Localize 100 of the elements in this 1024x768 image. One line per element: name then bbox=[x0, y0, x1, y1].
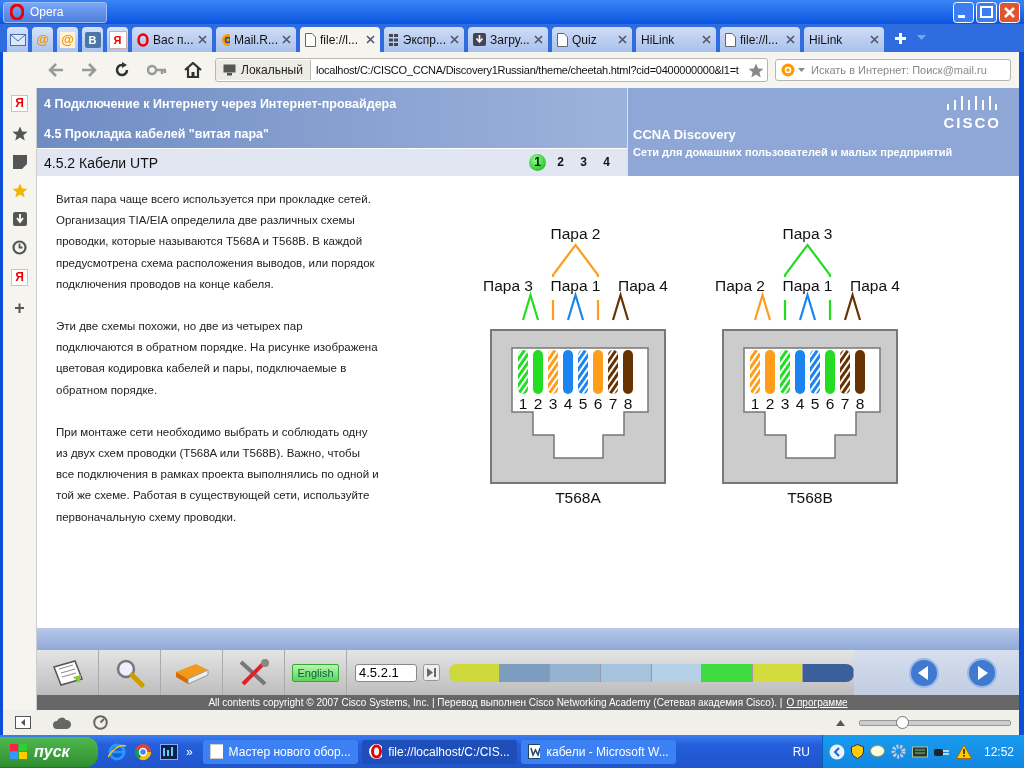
opera-logo-icon bbox=[368, 744, 383, 759]
minimize-icon[interactable] bbox=[953, 1, 974, 23]
pair-label: Пара 1 bbox=[782, 277, 833, 294]
browser-tab[interactable]: Mail.R... bbox=[216, 27, 296, 52]
pinned-tab[interactable]: Я bbox=[107, 27, 128, 52]
close-icon[interactable] bbox=[366, 35, 375, 44]
browser-tab[interactable]: Quiz bbox=[552, 27, 632, 52]
browser-tab[interactable]: Вас п... bbox=[132, 27, 212, 52]
cloud-icon[interactable] bbox=[53, 716, 71, 729]
close-icon[interactable] bbox=[702, 35, 711, 44]
warning-icon[interactable] bbox=[955, 744, 972, 759]
close-icon[interactable] bbox=[450, 35, 459, 44]
close-icon[interactable] bbox=[786, 35, 795, 44]
page-number-field[interactable]: 4.5.2.1 bbox=[355, 663, 417, 682]
opera-logo-icon bbox=[137, 32, 149, 47]
shield-icon[interactable] bbox=[850, 744, 864, 759]
taskbar-button[interactable]: Мастер нового обор... bbox=[202, 739, 358, 764]
close-icon[interactable] bbox=[534, 35, 543, 44]
browser-tab[interactable]: Экспр... bbox=[384, 27, 464, 52]
close-icon[interactable] bbox=[282, 35, 291, 44]
pair-label: Пара 4 bbox=[850, 277, 900, 294]
logo-wordmark: CISCO bbox=[943, 114, 1001, 131]
note-icon[interactable] bbox=[12, 155, 27, 169]
panel-button[interactable]: + bbox=[14, 300, 25, 316]
go-to-page-icon[interactable] bbox=[423, 664, 440, 681]
page-icon bbox=[725, 32, 736, 47]
pinned-tab[interactable] bbox=[7, 27, 28, 52]
body-paragraph: Витая пара чаще всего используется при прокладке сетей. Организация TIA/EIA определила две различных схемы проводки, которые называются T568A и T568B. В каждой предусмотрена схема расположения выводов, или порядок подключения проводов на конце кабеля. bbox=[56, 192, 376, 292]
document-w-icon bbox=[527, 744, 541, 759]
taskbar-button[interactable]: file://localhost/C:/CIS... bbox=[361, 739, 517, 764]
clock: 12:52 bbox=[983, 744, 1014, 759]
zoom-slider[interactable] bbox=[859, 719, 1011, 726]
page-icon bbox=[305, 32, 316, 47]
next-button[interactable] bbox=[967, 657, 997, 688]
page-icon bbox=[557, 32, 568, 47]
pin-number: 4 bbox=[563, 395, 573, 412]
star-icon[interactable] bbox=[11, 126, 28, 141]
browser-e-icon[interactable] bbox=[108, 742, 126, 761]
standard-label: T568A bbox=[555, 489, 601, 506]
pin-number: 5 bbox=[578, 395, 588, 412]
taskbar-button[interactable]: кабели - Microsoft W... bbox=[520, 739, 676, 764]
pin-number: 2 bbox=[765, 395, 775, 412]
browser-tab[interactable]: Загру... bbox=[468, 27, 548, 52]
pin-number: 6 bbox=[593, 395, 603, 412]
search-field[interactable]: Искать в Интернет: Поиск@mail.ru bbox=[775, 59, 1011, 81]
star-icon[interactable] bbox=[11, 183, 28, 198]
browser-tab[interactable]: HiLink bbox=[804, 27, 884, 52]
clock-icon[interactable] bbox=[12, 240, 27, 255]
page-number-link[interactable]: 4 bbox=[598, 154, 615, 171]
browser-tab[interactable]: file://l... bbox=[720, 27, 800, 52]
browser-tab[interactable]: HiLink bbox=[636, 27, 716, 52]
download-icon bbox=[473, 33, 486, 46]
course-subtitle: Сети для домашних пользователей и малых предприятий bbox=[633, 146, 954, 158]
home-icon[interactable] bbox=[184, 62, 202, 78]
slider-thumb[interactable] bbox=[896, 715, 909, 729]
media-player-icon[interactable] bbox=[160, 743, 178, 760]
key-icon[interactable] bbox=[147, 64, 167, 76]
more-button[interactable]: » bbox=[186, 744, 193, 759]
language-button[interactable]: English bbox=[292, 663, 339, 682]
page-number-link[interactable]: 1 bbox=[529, 154, 546, 171]
reload-icon[interactable] bbox=[114, 62, 130, 78]
progress-segment[interactable] bbox=[803, 663, 854, 682]
round-browser-icon[interactable] bbox=[134, 742, 152, 761]
star-icon[interactable] bbox=[748, 62, 764, 78]
download-icon[interactable] bbox=[12, 212, 27, 226]
back-arrow-icon[interactable] bbox=[48, 63, 64, 77]
grid-icon bbox=[389, 33, 399, 46]
close-icon[interactable] bbox=[618, 35, 627, 44]
pin-number: 7 bbox=[840, 395, 850, 412]
close-icon[interactable] bbox=[870, 35, 879, 44]
pin-number: 8 bbox=[623, 395, 633, 412]
standard-label: T568B bbox=[787, 489, 833, 506]
panel-button[interactable]: Я bbox=[11, 269, 28, 286]
close-icon[interactable] bbox=[198, 35, 207, 44]
speech-bubble-icon[interactable] bbox=[869, 744, 885, 759]
opera-logo-icon bbox=[10, 4, 24, 20]
network-icon[interactable] bbox=[911, 744, 928, 759]
location-badge[interactable]: Локальный bbox=[216, 60, 311, 80]
speedometer-icon[interactable] bbox=[93, 715, 108, 730]
panel-toggle-icon[interactable] bbox=[15, 716, 31, 729]
new-tab-icon[interactable] bbox=[894, 31, 907, 45]
forward-arrow-icon[interactable] bbox=[81, 63, 97, 77]
maximize-icon[interactable] bbox=[976, 1, 997, 23]
input-language[interactable]: RU bbox=[792, 744, 810, 759]
browser-tab[interactable]: file://l... bbox=[300, 27, 380, 52]
expand-up-icon[interactable] bbox=[836, 719, 845, 726]
previous-button[interactable] bbox=[909, 657, 939, 688]
page-number-link[interactable]: 3 bbox=[575, 154, 592, 171]
pinned-tab[interactable]: В bbox=[82, 27, 103, 52]
pin-number: 1 bbox=[518, 395, 528, 412]
search-engine-icon[interactable] bbox=[780, 62, 806, 78]
copyright-text: All contents copyright © 2007 Cisco Systems, Inc. | Перевод выполнен Cisco Networking Academy (Сетевая академия Cisco). | bbox=[208, 697, 783, 708]
page-title: 4.5.2 Кабели UTP bbox=[44, 154, 160, 171]
address-field[interactable]: Локальный localhost/C:/CISCO_CCNA/Discovery1Russian/theme/cheetah.html?cid=0400000000&l1=t bbox=[215, 58, 768, 82]
notepad-icon[interactable] bbox=[50, 658, 85, 687]
about-link[interactable]: О программе bbox=[786, 697, 848, 708]
page-number-link[interactable]: 2 bbox=[552, 154, 569, 171]
section-title: 4.5 Прокладка кабелей "витая пара" bbox=[43, 126, 270, 143]
panel-button[interactable]: Я bbox=[11, 95, 28, 112]
magnifier-icon[interactable] bbox=[114, 657, 145, 688]
